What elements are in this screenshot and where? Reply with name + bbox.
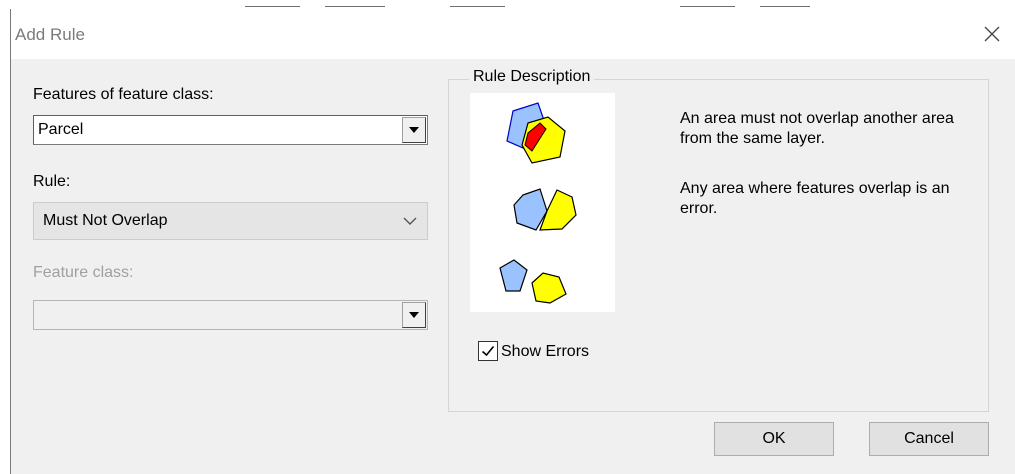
ok-button[interactable]: OK [714,422,834,456]
rule-description-legend: Rule Description [469,68,595,86]
close-icon [984,26,1000,42]
title-bar: Add Rule [11,9,1015,59]
checkmark-icon [481,345,495,357]
chevron-down-icon [403,217,417,225]
feature-class-dropdown-button[interactable] [402,302,426,328]
overlap-diagram-icon [499,102,577,304]
features-combo[interactable]: Parcel [33,115,428,145]
feature-class-label: Feature class: [33,264,134,281]
rule-error-text: Any area where features overlap is an er… [680,180,950,217]
rule-illustration [470,93,615,312]
show-errors-label[interactable]: Show Errors [501,343,589,361]
close-button[interactable] [969,9,1015,59]
rule-value: Must Not Overlap [43,212,168,229]
rule-description-text: An area must not overlap another area fr… [680,110,954,147]
show-errors-checkbox[interactable] [478,341,498,361]
dropdown-arrow-icon [409,312,419,318]
features-dropdown-button[interactable] [402,117,426,143]
rule-dropdown[interactable]: Must Not Overlap [33,202,428,240]
dialog-title: Add Rule [15,25,85,44]
background-window-strip [0,0,1015,9]
dropdown-arrow-icon [409,127,419,133]
cancel-button[interactable]: Cancel [869,422,989,456]
feature-class-combo[interactable] [33,300,428,330]
rule-label: Rule: [33,173,71,190]
features-value: Parcel [38,121,84,138]
features-label: Features of feature class: [33,86,214,103]
